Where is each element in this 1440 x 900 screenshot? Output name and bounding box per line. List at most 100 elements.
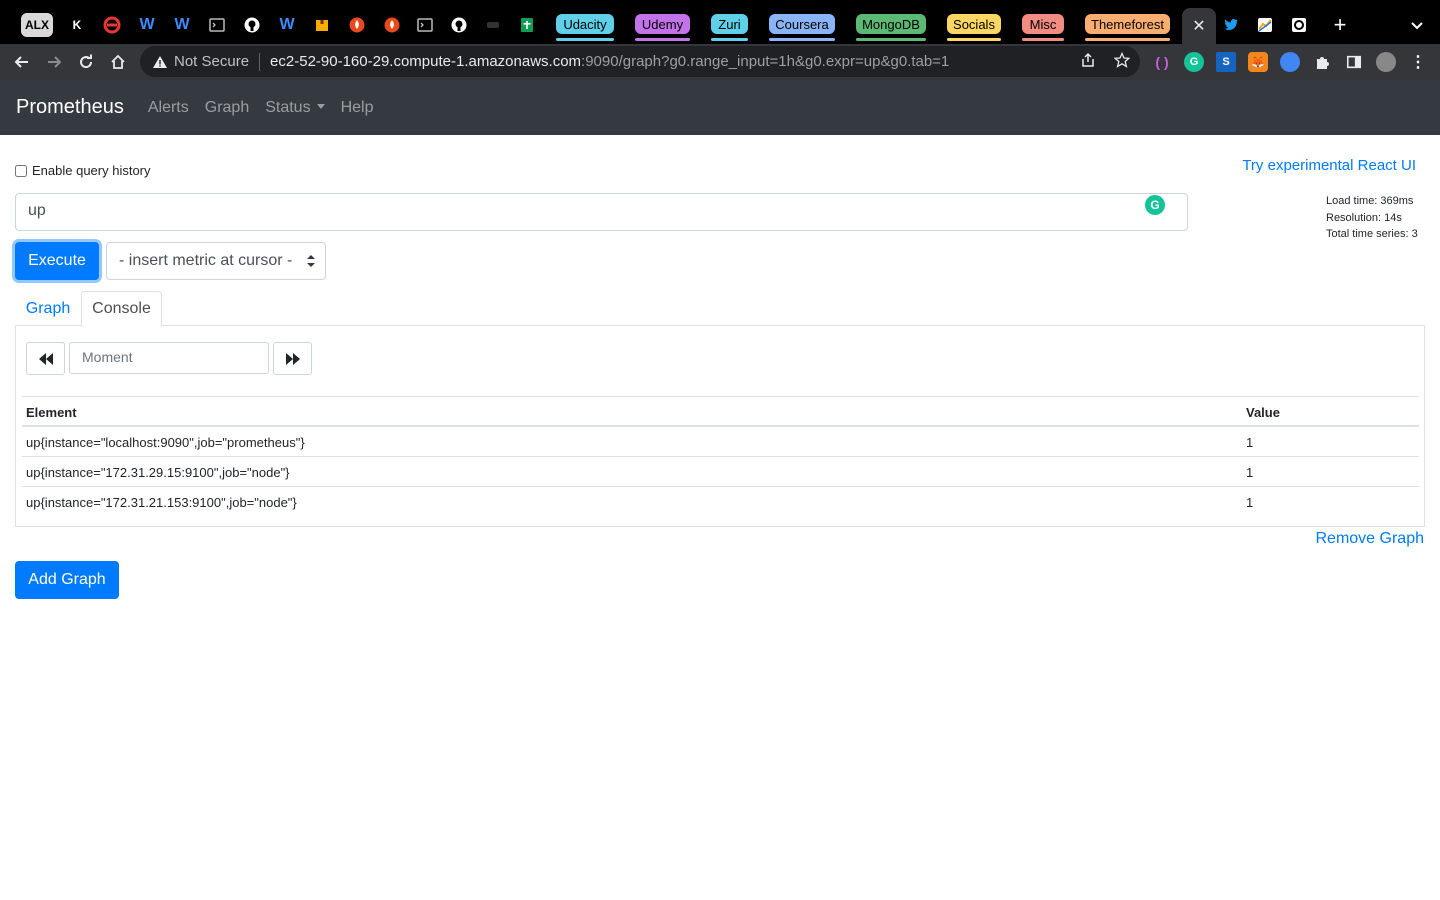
insert-metric-label: - insert metric at cursor - <box>119 252 293 269</box>
query-history-checkbox[interactable] <box>15 164 27 177</box>
faded-site-icon <box>487 22 499 28</box>
pinned-tab-opera[interactable] <box>101 14 123 36</box>
reload-icon[interactable] <box>74 50 98 74</box>
side-panel-icon[interactable] <box>1344 52 1364 72</box>
chevron-down-icon <box>316 103 325 109</box>
pinned-tab-flame-1[interactable] <box>346 14 368 36</box>
query-history-label: Enable query history <box>32 163 151 178</box>
query-history-toggle[interactable]: Enable query history <box>15 163 151 178</box>
url-path: :9090/graph?g0.range_input=1h&g0.expr=up… <box>581 53 950 70</box>
react-ui-link[interactable]: Try experimental React UI <box>1242 157 1416 174</box>
tab-search-icon[interactable] <box>1406 14 1428 36</box>
new-tab-icon[interactable]: + <box>1329 12 1351 37</box>
address-bar[interactable]: Not Secure ec2-52-90-160-29.compute-1.am… <box>140 46 1140 77</box>
tab-group-themeforest[interactable]: Themeforest <box>1085 14 1170 41</box>
active-tab[interactable]: ✕ <box>1182 8 1216 44</box>
panel-tabs: Graph Console <box>15 291 1425 327</box>
header-element: Element <box>26 405 77 420</box>
pinned-tab-flame-2[interactable] <box>381 14 403 36</box>
flame-icon <box>349 17 365 33</box>
moment-input[interactable]: Moment <box>69 342 269 374</box>
prometheus-navbar: Prometheus Alerts Graph Status Help <box>0 80 1440 135</box>
security-label[interactable]: Not Secure <box>174 53 249 70</box>
pinned-tab-twitter[interactable] <box>1220 14 1242 36</box>
nav-alerts[interactable]: Alerts <box>148 99 189 117</box>
table-row: up{instance="172.31.21.153:9100",job="no… <box>22 487 1419 517</box>
tab-group-zuri[interactable]: Zuri <box>711 14 748 41</box>
row-value: 1 <box>1246 465 1254 480</box>
pinned-tab-circle[interactable] <box>1288 14 1310 36</box>
nav-graph[interactable]: Graph <box>205 99 249 117</box>
share-icon[interactable] <box>1080 52 1096 68</box>
terminal-icon <box>209 18 225 32</box>
chart-site-icon <box>1258 18 1272 32</box>
table-header: Element Value <box>22 396 1419 427</box>
table-row: up{instance="172.31.29.15:9100",job="nod… <box>22 457 1419 487</box>
tab-group-udemy[interactable]: Udemy <box>635 14 690 41</box>
warning-icon <box>153 55 167 68</box>
tab-group-label: MongoDB <box>862 16 920 32</box>
pinned-tab-w3[interactable]: W <box>276 14 298 36</box>
nav-status-dropdown[interactable]: Status <box>265 98 325 117</box>
tab-group-label: Socials <box>953 16 995 32</box>
select-arrows-icon <box>307 255 315 267</box>
pinned-tab-w2[interactable]: W <box>171 14 193 36</box>
home-icon[interactable] <box>106 50 130 74</box>
tab-group-udacity[interactable]: Udacity <box>556 14 614 41</box>
moment-forward-button[interactable] <box>273 342 312 375</box>
pinned-tab-box[interactable] <box>311 14 333 36</box>
tab-group-misc[interactable]: Misc <box>1022 14 1064 41</box>
execute-button[interactable]: Execute <box>15 242 99 280</box>
forward-icon[interactable] <box>42 50 66 74</box>
s-extension-icon[interactable]: S <box>1216 52 1236 72</box>
tab-group-mongodb[interactable]: MongoDB <box>856 14 926 41</box>
metamask-icon[interactable]: 🦊 <box>1248 52 1268 72</box>
pinned-tab-w1[interactable]: W <box>136 14 158 36</box>
row-element: up{instance="172.31.21.153:9100",job="no… <box>26 495 297 510</box>
tab-graph[interactable]: Graph <box>15 291 81 326</box>
nav-status: Status <box>265 98 311 116</box>
terminal-icon <box>417 18 433 32</box>
row-element: up{instance="172.31.29.15:9100",job="nod… <box>26 465 290 480</box>
extension-brackets-icon[interactable]: ( ) <box>1152 52 1172 72</box>
more-menu-icon[interactable]: ⋮ <box>1408 52 1428 72</box>
sheets-icon <box>521 18 533 32</box>
profile-avatar[interactable] <box>1376 52 1396 72</box>
results-table: Element Value up{instance="localhost:909… <box>22 396 1419 517</box>
tab-console[interactable]: Console <box>81 291 162 327</box>
pinned-tab-github[interactable] <box>241 14 263 36</box>
pinned-tab-terminal[interactable] <box>206 14 228 36</box>
pinned-tab-alx[interactable]: ALX <box>21 13 53 37</box>
pinned-tab-terminal-2[interactable] <box>414 14 436 36</box>
query-stats: Load time: 369ms Resolution: 14s Total t… <box>1326 193 1418 243</box>
pinned-tab-sheets[interactable] <box>516 14 538 36</box>
tab-group-label: Coursera <box>775 16 829 32</box>
extensions-puzzle-icon[interactable] <box>1312 52 1332 72</box>
row-value: 1 <box>1246 435 1254 450</box>
expression-input[interactable]: up <box>15 193 1188 231</box>
browser-tab-strip: ALX K W W W Udacity Udemy Zuri Coursera … <box>0 0 1440 44</box>
browser-toolbar: Not Secure ec2-52-90-160-29.compute-1.am… <box>0 44 1440 80</box>
pinned-tab-k[interactable]: K <box>66 14 88 36</box>
twitter-icon <box>1224 19 1238 31</box>
pinned-tab-github-2[interactable] <box>448 14 470 36</box>
moment-back-button[interactable] <box>26 342 65 375</box>
table-row: up{instance="localhost:9090",job="promet… <box>22 427 1419 457</box>
circle-extension-icon[interactable] <box>1280 52 1300 72</box>
bookmark-star-icon[interactable] <box>1114 52 1130 68</box>
tab-group-label: Zuri <box>718 16 741 32</box>
brand-logo[interactable]: Prometheus <box>16 96 124 119</box>
tab-group-socials[interactable]: Socials <box>947 14 1001 41</box>
grammarly-extension-icon[interactable]: G <box>1184 52 1204 72</box>
back-icon[interactable] <box>10 50 34 74</box>
tab-group-coursera[interactable]: Coursera <box>769 14 835 41</box>
nav-help[interactable]: Help <box>341 99 374 117</box>
pinned-tab-chart[interactable] <box>1254 14 1276 36</box>
add-graph-button[interactable]: Add Graph <box>15 561 119 599</box>
insert-metric-select[interactable]: - insert metric at cursor - <box>106 242 326 280</box>
grammarly-icon[interactable]: G <box>1145 195 1165 215</box>
close-tab-icon[interactable]: ✕ <box>1192 16 1205 36</box>
github-icon <box>244 17 260 33</box>
pinned-tab-faded[interactable] <box>482 14 504 36</box>
remove-graph-link[interactable]: Remove Graph <box>1316 530 1425 548</box>
